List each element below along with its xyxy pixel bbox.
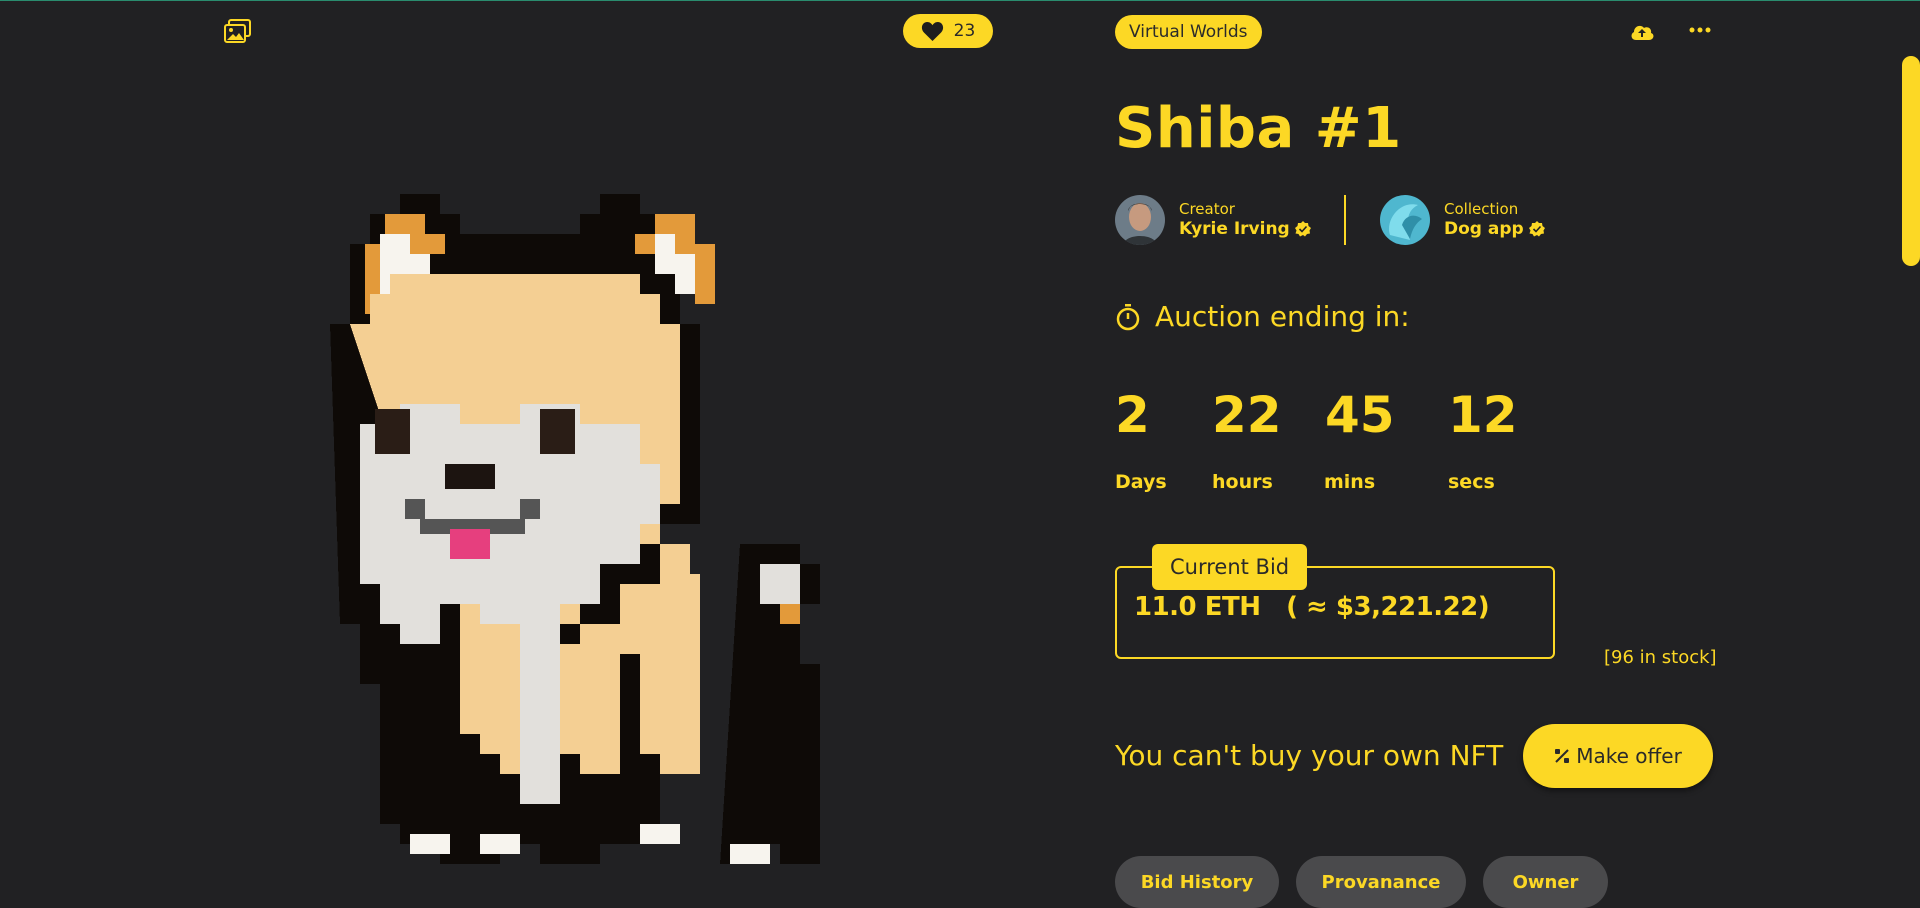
image-icon[interactable] [224,19,251,43]
creator-name: Kyrie Irving [1179,219,1290,239]
scrollbar-thumb[interactable] [1902,56,1920,266]
tab-provanance-label: Provanance [1321,872,1441,893]
stock-count: [96 in stock] [1604,647,1717,668]
creator-label: Creator [1179,200,1235,218]
auction-heading: Auction ending in: [1115,300,1410,333]
countdown-days-unit: Days [1115,471,1167,493]
nft-artwork [330,194,820,864]
countdown-secs-value: 12 [1448,386,1518,444]
current-bid-value: 11.0 ETH ( ≈ $3,221.22) [1134,592,1490,622]
collection-label: Collection [1444,200,1519,218]
collection-link[interactable]: Collection Dog app [1380,195,1545,245]
like-button[interactable]: 23 [903,14,993,48]
current-bid-label: Current Bid [1152,544,1308,590]
purchase-message: You can't buy your own NFT [1115,739,1504,772]
verified-badge-icon [1294,221,1311,237]
top-border [0,0,1920,1]
tab-owner-label: Owner [1512,872,1579,893]
make-offer-button[interactable]: Make offer [1523,724,1713,788]
category-badge[interactable]: Virtual Worlds [1115,15,1262,49]
creator-avatar [1115,195,1165,245]
tab-bid-history-label: Bid History [1140,872,1254,893]
more-dots-icon[interactable] [1689,26,1711,34]
countdown-hours-unit: hours [1212,471,1273,493]
countdown-mins-value: 45 [1325,386,1395,444]
percent-icon [1555,749,1570,763]
make-offer-label: Make offer [1576,744,1682,768]
countdown-hours-value: 22 [1212,386,1282,444]
person-divider [1344,195,1346,245]
like-count: 23 [953,21,976,41]
tab-bid-history[interactable]: Bid History [1115,856,1279,908]
verified-badge-icon [1528,221,1545,237]
cloud-upload-icon[interactable] [1630,21,1654,41]
creator-link[interactable]: Creator Kyrie Irving [1115,195,1311,245]
collection-avatar [1380,195,1430,245]
heart-icon [921,21,943,41]
countdown-days-value: 2 [1115,386,1150,444]
category-label: Virtual Worlds [1129,22,1248,42]
auction-heading-text: Auction ending in: [1155,300,1410,333]
tab-owner[interactable]: Owner [1483,856,1608,908]
stopwatch-icon [1116,303,1140,330]
countdown-mins-unit: mins [1324,471,1376,493]
nft-title: Shiba #1 [1115,96,1402,161]
tab-provanance[interactable]: Provanance [1296,856,1466,908]
collection-name: Dog app [1444,219,1524,239]
countdown-secs-unit: secs [1448,471,1495,493]
